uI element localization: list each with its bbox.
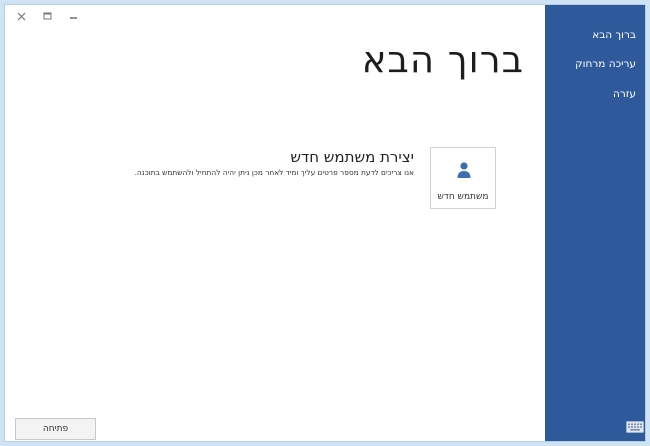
new-user-heading: יצירת משתמש חדש bbox=[290, 148, 414, 166]
sidebar: ברוך הבא עריכה מרחוק עזרה bbox=[545, 4, 646, 442]
tile-label: משתמש חדש bbox=[437, 192, 489, 202]
keyboard-icon[interactable] bbox=[626, 421, 644, 433]
sidebar-item-remote-edit[interactable]: עריכה מרחוק bbox=[575, 58, 636, 70]
new-user-description: אנו צריכים לדעת מספר פרטים עליך ומיד לאח… bbox=[134, 168, 414, 177]
minimize-icon[interactable] bbox=[64, 9, 82, 23]
user-icon bbox=[457, 162, 471, 178]
sidebar-item-help[interactable]: עזרה bbox=[613, 88, 636, 100]
page-title: ברוך הבא bbox=[361, 38, 524, 81]
maximize-icon[interactable] bbox=[38, 9, 56, 23]
sidebar-item-welcome[interactable]: ברוך הבא bbox=[592, 29, 636, 41]
window-controls bbox=[12, 8, 90, 24]
close-icon[interactable] bbox=[12, 9, 30, 23]
open-button[interactable]: פתיחה bbox=[15, 418, 96, 440]
new-user-tile[interactable]: משתמש חדש bbox=[430, 147, 496, 209]
